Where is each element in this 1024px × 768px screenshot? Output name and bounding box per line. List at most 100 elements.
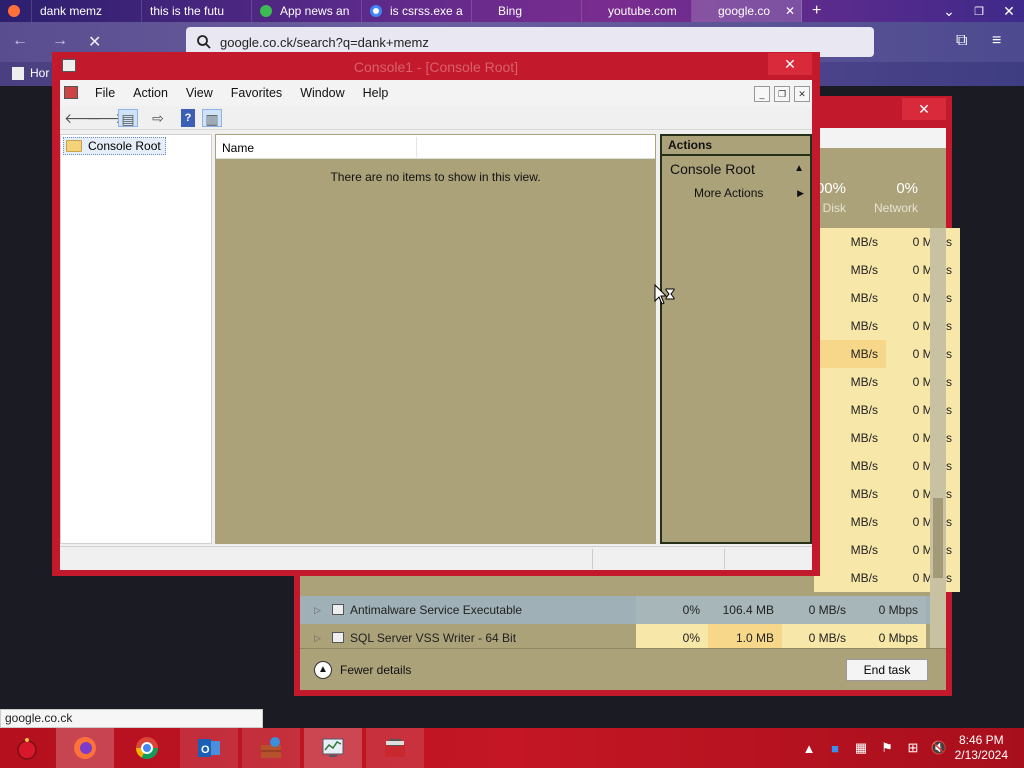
tab-label: dank memz — [40, 4, 103, 18]
taskbar-network-app[interactable] — [242, 728, 300, 768]
system-tray: ▲ ■ ▦ ⚑ ⊞ 🔇 — [796, 728, 952, 768]
taskbar-performance-monitor[interactable] — [304, 728, 362, 768]
table-row[interactable]: ▷ Antimalware Service Executable 0% 106.… — [300, 596, 930, 624]
extensions-icon[interactable]: ⧉ — [956, 32, 967, 50]
disk-cell: MB/s — [814, 228, 886, 256]
help-icon[interactable]: ? — [181, 109, 195, 127]
close-button[interactable]: ✕ — [768, 53, 812, 75]
search-icon — [197, 35, 211, 49]
clock-time: 8:46 PM — [958, 733, 1004, 747]
firefox-icon — [8, 5, 20, 17]
tab-dank-memz[interactable]: dank memz — [32, 0, 142, 22]
actions-group-console-root[interactable]: Console Root ▲ — [662, 156, 810, 182]
toolbox-icon — [385, 739, 405, 757]
disk-cell: MB/s — [814, 340, 886, 368]
ethernet-icon[interactable]: ⊞ — [900, 740, 926, 756]
export-list-icon[interactable]: ⇨ — [148, 109, 168, 127]
flag-icon[interactable]: ⚑ — [874, 740, 900, 756]
disk-total: 00% — [815, 180, 846, 197]
network-cell: 0 Mbps — [886, 256, 960, 284]
disk-cell: MB/s — [814, 284, 886, 312]
menu-window[interactable]: Window — [291, 86, 353, 100]
close-tab-icon[interactable]: ✕ — [785, 4, 795, 18]
more-actions-item[interactable]: More Actions ▶ — [662, 182, 810, 204]
window-controls: ⌄ ❐ ✕ — [934, 0, 1024, 22]
scrollbar[interactable] — [930, 228, 946, 648]
fewer-details-label: Fewer details — [340, 663, 412, 677]
volume-muted-icon[interactable]: 🔇 — [926, 740, 952, 756]
network-cell: 0 Mbps — [886, 564, 960, 592]
menu-help[interactable]: Help — [354, 86, 398, 100]
menu-icon[interactable]: ≡ — [992, 32, 1001, 50]
bookmark-home[interactable]: Hor — [12, 66, 49, 80]
forward-icon[interactable]: → — [52, 32, 68, 50]
monitor-icon — [322, 738, 344, 757]
taskbar-chrome[interactable] — [118, 728, 176, 768]
minimize-icon[interactable]: _ — [754, 86, 770, 102]
clock-date: 2/13/2024 — [954, 748, 1008, 762]
network-cell: 0 Mbps — [886, 480, 960, 508]
network-icon[interactable]: ▦ — [848, 740, 874, 756]
stop-icon[interactable]: ✕ — [88, 32, 101, 52]
forward-icon[interactable]: 🡒 — [86, 109, 124, 127]
close-button[interactable]: ✕ — [902, 98, 946, 120]
tree-item-console-root[interactable]: Console Root — [63, 137, 166, 155]
disk-cell: MB/s — [814, 480, 886, 508]
tab-firefox-menu[interactable] — [0, 0, 32, 22]
tab-csrss[interactable]: is csrss.exe a — [362, 0, 472, 22]
column-header-name[interactable]: Name — [222, 141, 254, 155]
taskbar-firefox[interactable] — [56, 728, 114, 768]
fewer-details-button[interactable]: ▲ Fewer details — [314, 661, 411, 679]
chevron-up-icon[interactable]: ▲ — [796, 741, 822, 756]
menu-favorites[interactable]: Favorites — [222, 86, 291, 100]
network-cell: 0 Mbps — [886, 312, 960, 340]
console-window: Console1 - [Console Root] ✕ File Action … — [52, 52, 820, 576]
show-action-pane-icon[interactable]: ▥ — [202, 109, 222, 127]
expand-icon[interactable]: ▷ — [314, 596, 321, 624]
disk-cell: MB/s — [814, 508, 886, 536]
collapse-icon[interactable]: ▲ — [794, 156, 804, 182]
close-icon[interactable]: ✕ — [794, 86, 810, 102]
new-tab-button[interactable]: + — [802, 0, 832, 22]
title-bar[interactable]: Console1 - [Console Root] ✕ — [52, 52, 820, 80]
start-button[interactable] — [0, 728, 54, 768]
clock[interactable]: 8:46 PM 2/13/2024 — [955, 733, 1008, 763]
menu-view[interactable]: View — [177, 86, 222, 100]
back-icon[interactable]: 🡐 — [64, 109, 102, 127]
menu-file[interactable]: File — [86, 86, 124, 100]
taskbar-outlook[interactable]: O — [180, 728, 238, 768]
status-divider — [592, 549, 593, 569]
tab-future[interactable]: this is the futu — [142, 0, 252, 22]
network-cell: 0 Mbps — [886, 424, 960, 452]
restore-icon[interactable]: ❐ — [774, 86, 790, 102]
tab-app-news[interactable]: App news an — [252, 0, 362, 22]
network-cell: 0 Mbps — [886, 368, 960, 396]
start-icon — [17, 738, 37, 760]
app-icon — [260, 5, 272, 17]
show-tree-icon[interactable]: ▤ — [118, 109, 138, 127]
close-window-icon[interactable]: ✕ — [994, 3, 1024, 20]
chrome-icon — [136, 737, 158, 759]
network-label: Network — [873, 201, 918, 215]
network-cell: 0 Mbps — [886, 536, 960, 564]
disk-cell: MB/s — [814, 564, 886, 592]
tab-bing[interactable]: Bing — [472, 0, 582, 22]
restore-icon[interactable]: ❐ — [964, 5, 994, 18]
back-icon[interactable]: ← — [12, 32, 28, 50]
blue-square-icon[interactable]: ■ — [822, 741, 848, 756]
tab-youtube[interactable]: youtube.com — [582, 0, 692, 22]
actions-pane: Actions Console Root ▲ More Actions ▶ — [660, 134, 812, 544]
scrollbar-thumb[interactable] — [933, 498, 943, 578]
column-header-network[interactable]: 0% Network — [854, 180, 926, 228]
end-task-button[interactable]: End task — [846, 659, 928, 681]
list-header: Name — [216, 135, 655, 159]
taskbar-console[interactable] — [366, 728, 424, 768]
menu-action[interactable]: Action — [124, 86, 177, 100]
disk-cell: MB/s — [814, 452, 886, 480]
chevron-down-icon[interactable]: ⌄ — [934, 3, 964, 20]
menu-bar: File Action View Favorites Window Help _… — [60, 80, 812, 106]
column-divider[interactable] — [416, 137, 417, 157]
folder-icon — [66, 140, 82, 152]
network-cell: 0 Mbps — [886, 228, 960, 256]
tab-google[interactable]: google.co ✕ — [692, 0, 802, 22]
